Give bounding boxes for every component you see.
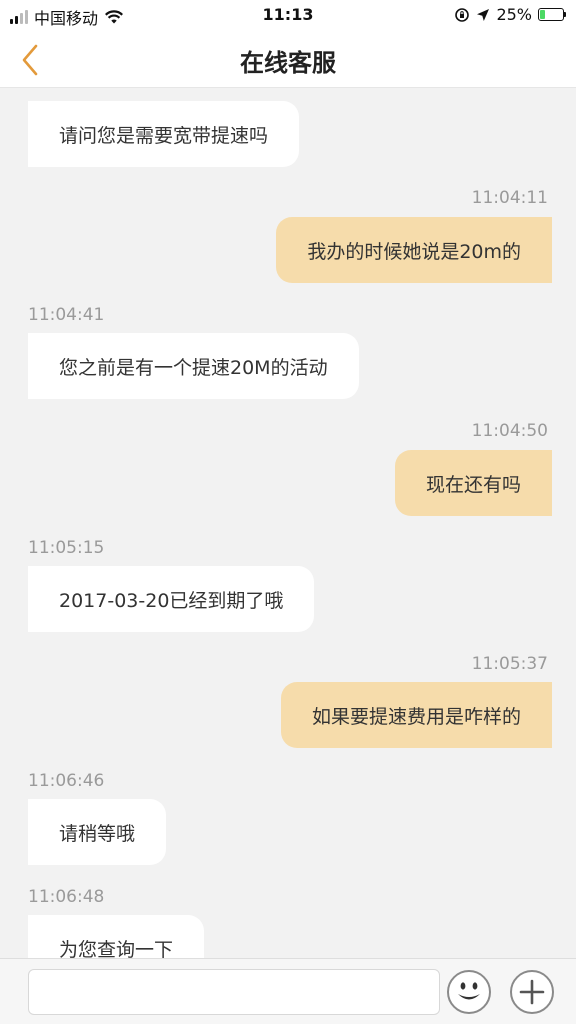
message-bubble-incoming: 为您查询一下 [28, 915, 205, 958]
plus-icon [510, 970, 554, 1014]
message-timestamp: 11:06:46 [28, 771, 105, 791]
status-bar: 中国移动 11:13 25% [0, 0, 576, 30]
chat-messages[interactable]: 请问您是需要宽带提速吗 11:04:11 我办的时候她说是20m的 11:04:… [0, 88, 576, 958]
emoji-icon [447, 970, 491, 1014]
message-input[interactable] [28, 969, 440, 1015]
message-timestamp: 11:05:15 [28, 538, 105, 558]
battery-percent: 25% [496, 5, 532, 24]
message-bubble-incoming: 请稍等哦 [28, 799, 167, 865]
message-bubble-outgoing: 现在还有吗 [394, 450, 552, 516]
message-timestamp: 11:04:41 [28, 305, 105, 325]
orientation-lock-icon [455, 7, 470, 22]
message-bubble-outgoing: 如果要提速费用是咋样的 [280, 682, 552, 748]
message-timestamp: 11:05:37 [471, 654, 548, 674]
battery-icon [538, 8, 566, 21]
message-bubble-incoming: 请问您是需要宽带提速吗 [28, 101, 300, 167]
message-bubble-incoming: 您之前是有一个提速20M的活动 [28, 333, 359, 399]
battery-fill [540, 10, 546, 19]
message-bubble-outgoing: 我办的时候她说是20m的 [276, 217, 552, 283]
message-timestamp: 11:04:50 [471, 421, 548, 441]
message-timestamp: 11:06:48 [28, 887, 105, 907]
add-button[interactable] [509, 969, 555, 1015]
message-timestamp: 11:04:11 [471, 188, 548, 208]
location-icon [477, 8, 490, 21]
status-right: 25% [454, 5, 566, 24]
page-title: 在线客服 [240, 49, 336, 77]
message-bubble-incoming: 2017-03-20已经到期了哦 [28, 566, 315, 632]
emoji-button[interactable] [446, 969, 492, 1015]
input-bar [0, 958, 576, 1024]
nav-bar: 在线客服 [0, 30, 576, 88]
